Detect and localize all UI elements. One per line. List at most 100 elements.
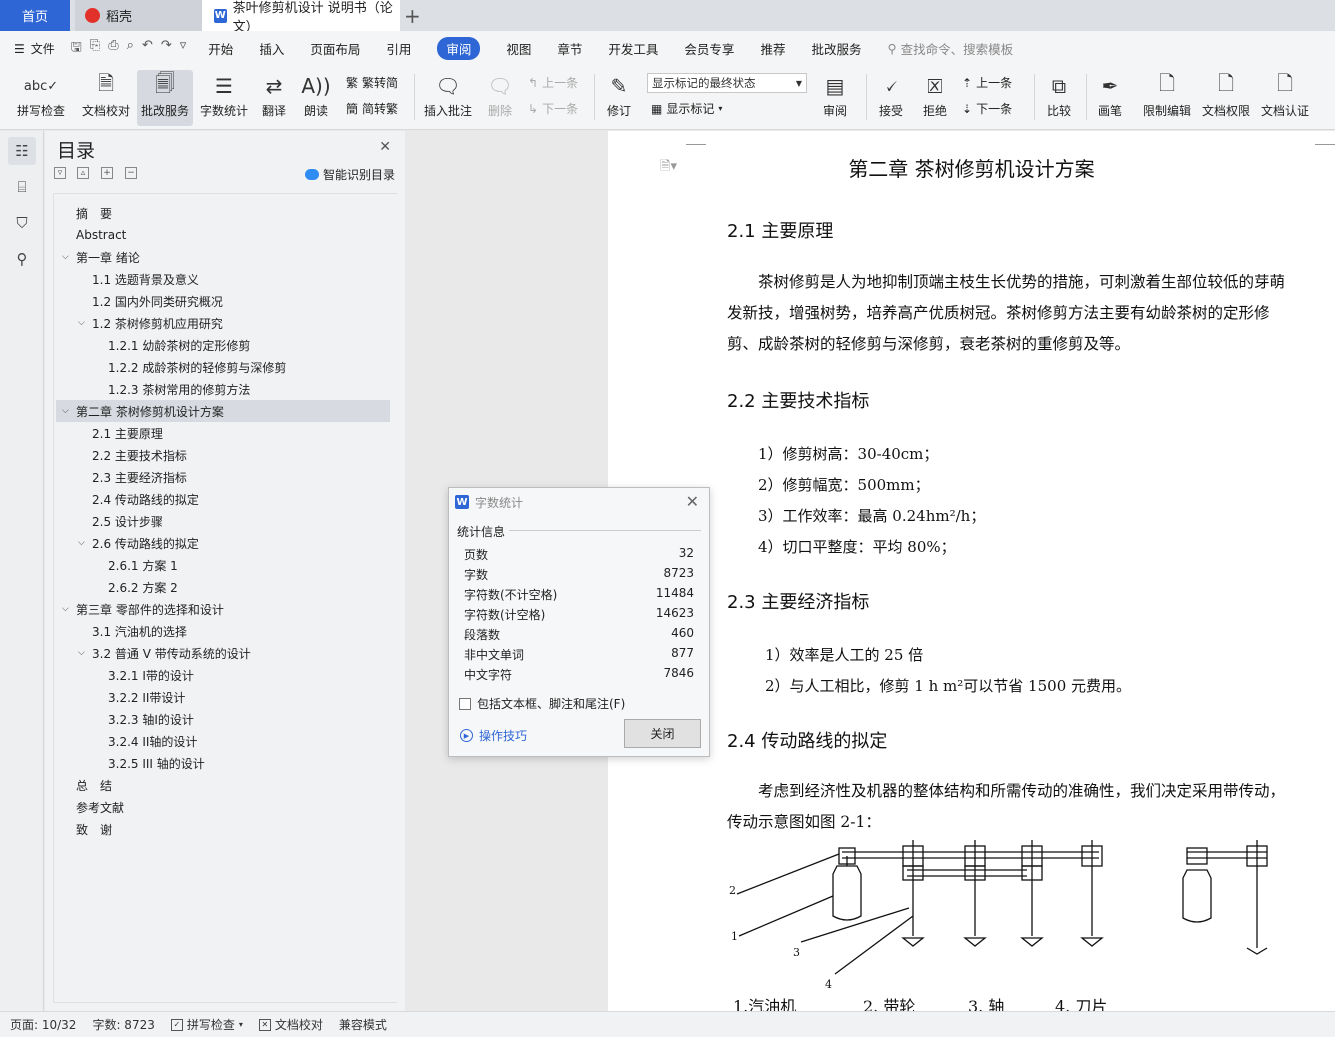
insert-comment-button[interactable]: 🗨 插入批注 [422,70,474,119]
toc-item[interactable]: 3.1 汽油机的选择 [56,620,390,642]
toc-item[interactable]: 2.2 主要技术指标 [56,444,390,466]
menu-chapter[interactable]: 章节 [557,39,582,58]
reject-button[interactable]: 🗵 拒绝 [916,70,954,119]
toc-item[interactable]: ⌵ 2.6 传动路线的拟定 [56,532,390,554]
compare-button[interactable]: ⧉ 比较 [1040,70,1078,119]
read-aloud-button[interactable]: A)) 朗读 [300,70,332,119]
word-count-button[interactable]: ☰ 字数统计 [197,70,251,119]
close-button[interactable]: 关闭 [624,719,701,748]
toc-item[interactable]: 1.2.3 茶树常用的修剪方法 [56,378,390,400]
spell-check-status[interactable]: ✓ 拼写检查 ▾ [170,1016,243,1033]
menu-start[interactable]: 开始 [208,39,233,58]
menu-view[interactable]: 视图 [506,39,531,58]
include-textbox-checkbox[interactable]: 包括文本框、脚注和尾注(F) [459,695,625,712]
expand-arrow-icon[interactable]: ⌵ [78,538,85,548]
qat-more-icon[interactable]: ▿ [180,38,187,60]
bookmark-icon[interactable]: ⛉ [8,209,36,237]
undo-icon[interactable]: ↶ [142,38,153,60]
toc-item[interactable]: ⌵ 3.2 普通 V 带传动系统的设计 [56,642,390,664]
expand-arrow-icon[interactable]: ⌵ [62,406,69,416]
markup-state-select[interactable]: 显示标记的最终状态 ▼ [647,73,807,93]
pen-button[interactable]: ✒ 画笔 [1092,70,1128,119]
toc-item[interactable]: ⌵ 1.2 茶树修剪机应用研究 [56,312,390,334]
toc-item[interactable]: 致 谢 [56,818,390,840]
toc-item[interactable]: 3.2.2 II带设计 [56,686,390,708]
document-page[interactable]: 🗎▾ 第二章 茶树修剪机设计方案 2.1 主要原理 茶树修剪是人为地抑制顶端主枝… [608,131,1335,1016]
review-pane-button[interactable]: ▤ 审阅 [816,70,854,119]
toc-item[interactable]: 1.2 国内外同类研究概况 [56,290,390,312]
menu-developer[interactable]: 开发工具 [608,39,658,58]
toc-item[interactable]: Abstract [56,224,390,246]
restrict-editing-button[interactable]: 🗋 限制编辑 [1140,70,1194,119]
toc-item[interactable]: 3.2.1 I带的设计 [56,664,390,686]
toc-item[interactable]: 总 结 [56,774,390,796]
command-search[interactable]: ⚲ 查找命令、搜索模板 [887,39,1013,58]
toc-item[interactable]: 2.6.1 方案 1 [56,554,390,576]
close-icon[interactable]: ✕ [379,139,391,155]
correction-service-button[interactable]: 🗐 批改服务 [137,70,193,126]
toc-item[interactable]: 参考文献 [56,796,390,818]
menu-correction[interactable]: 批改服务 [811,39,861,58]
prev-comment-button[interactable]: ↰ 上一条 [528,74,578,91]
toc-item[interactable]: ⌵ 第三章 零部件的选择和设计 [56,598,390,620]
document-permission-button[interactable]: 🗋 文档权限 [1199,70,1253,119]
simp-to-trad-button[interactable]: 簡简转繁 [346,100,398,117]
toc-item[interactable]: ⌵ 第一章 绪论 [56,246,390,268]
page-indicator[interactable]: 页面: 10/32 [10,1016,76,1033]
menu-recommend[interactable]: 推荐 [760,39,785,58]
tab-home[interactable]: 首页 [0,0,70,31]
menu-insert[interactable]: 插入 [259,39,284,58]
outline-nav-icon[interactable]: ⌸ [8,173,36,201]
expand-arrow-icon[interactable]: ⌵ [78,648,85,658]
expand-arrow-icon[interactable]: ⌵ [62,604,69,614]
toc-item[interactable]: 3.2.4 II轴的设计 [56,730,390,752]
menu-references[interactable]: 引用 [386,39,411,58]
toc-nav-icon[interactable]: ☷ [8,137,36,165]
toc-item[interactable]: ⌵ 第二章 茶树修剪机设计方案 [56,400,390,422]
next-change-button[interactable]: ⇣ 下一条 [962,100,1012,117]
toc-item[interactable]: 1.2.1 幼龄茶树的定形修剪 [56,334,390,356]
remove-heading-icon[interactable]: − [125,167,137,179]
toc-item[interactable]: 1.2.2 成龄茶树的轻修剪与深修剪 [56,356,390,378]
track-changes-button[interactable]: ✎ 修订 [600,70,638,119]
dialog-title-bar[interactable]: W 字数统计 [449,488,709,516]
tab-daoke[interactable]: 稻壳 [75,0,202,31]
proofread-button[interactable]: 🗎 文档校对 [78,70,134,119]
toc-item[interactable]: 2.3 主要经济指标 [56,466,390,488]
show-markup-button[interactable]: ▦ 显示标记 ▾ [651,100,722,117]
toc-item[interactable]: 2.1 主要原理 [56,422,390,444]
document-certify-button[interactable]: 🗋 文档认证 [1258,70,1312,119]
proofread-status[interactable]: ✕ 文档校对 [258,1016,323,1033]
new-tab-icon[interactable]: + [404,4,421,28]
toc-item[interactable]: 3.2.5 III 轴的设计 [56,752,390,774]
smart-toc-button[interactable]: 智能识别目录 [304,166,395,183]
prev-change-button[interactable]: ⇡ 上一条 [962,74,1012,91]
delete-comment-button[interactable]: 🗨 删除 [480,70,520,119]
menu-member[interactable]: 会员专享 [684,39,734,58]
menu-review[interactable]: 审阅 [437,37,481,60]
toc-item[interactable]: 摘 要 [56,202,390,224]
redo-icon[interactable]: ↷ [161,38,172,60]
word-count-indicator[interactable]: 字数: 8723 [92,1016,154,1033]
toc-scrollbar[interactable] [397,131,405,1011]
accept-button[interactable]: 🗸 接受 [872,70,910,119]
expand-arrow-icon[interactable]: ⌵ [62,252,69,262]
checkbox-box[interactable] [459,697,471,710]
add-heading-icon[interactable]: + [101,167,113,179]
close-icon[interactable]: ✕ [686,492,699,511]
tab-document[interactable]: W 茶叶修剪机设计 说明书（论文） [202,0,400,35]
collapse-all-icon[interactable]: ▿ [54,167,66,179]
trad-to-simp-button[interactable]: 繁繁转简 [346,74,398,91]
export-icon[interactable]: ⎘ [90,38,100,60]
spell-check-button[interactable]: abc✓ 拼写检查 [10,70,72,119]
menu-layout[interactable]: 页面布局 [310,39,360,58]
save-icon[interactable]: 🖫 [71,38,82,60]
next-comment-button[interactable]: ↳ 下一条 [528,100,578,117]
expand-arrow-icon[interactable]: ⌵ [78,318,85,328]
toc-item[interactable]: 2.5 设计步骤 [56,510,390,532]
menu-file[interactable]: ☰ 文件 [14,40,55,57]
search-icon[interactable]: ⚲ [8,245,36,273]
translate-button[interactable]: ⇄ 翻译 [256,70,292,119]
toc-item[interactable]: 2.6.2 方案 2 [56,576,390,598]
preview-icon[interactable]: ⌕ [127,38,134,60]
